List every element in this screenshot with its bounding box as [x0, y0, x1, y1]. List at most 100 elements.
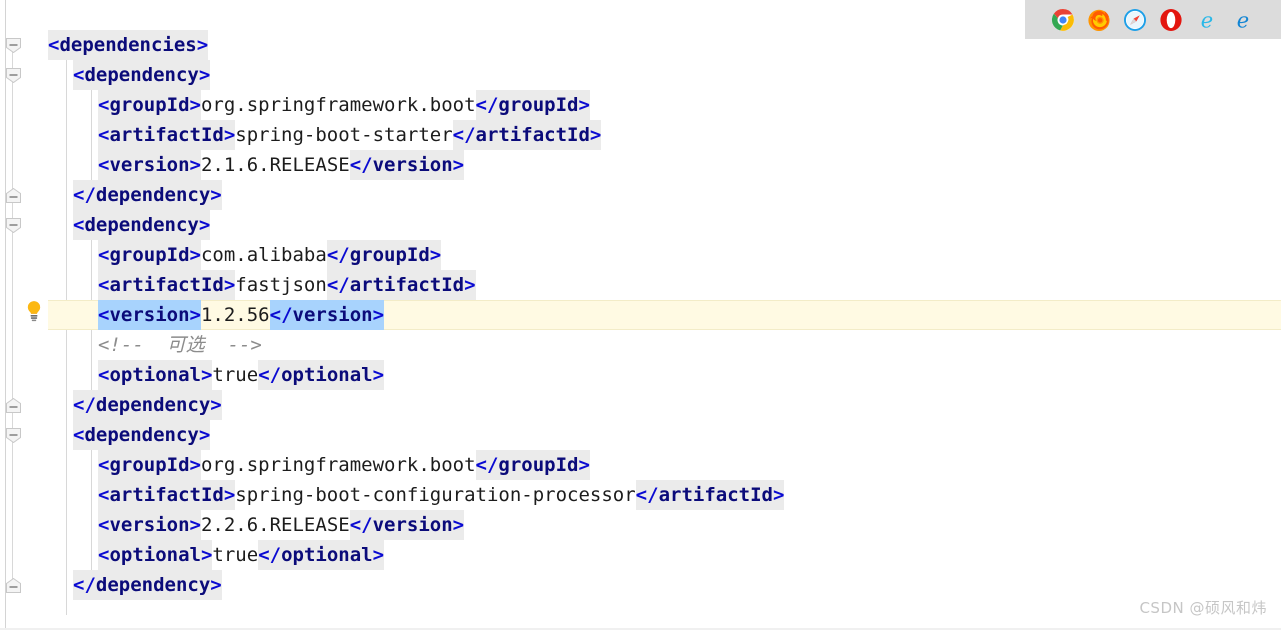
code-token-comment: <!-- 可选 --> [98, 334, 262, 356]
code-token-bracket: < [98, 150, 110, 180]
code-token-bracket: > [772, 480, 785, 510]
svg-text:e: e [1201, 8, 1213, 32]
lightbulb-icon[interactable] [25, 300, 43, 322]
code-token-bracket: > [196, 30, 209, 60]
internet-explorer-icon[interactable]: e [1195, 8, 1219, 32]
fold-collapse-icon[interactable] [6, 218, 21, 233]
code-token-bracket: < [98, 480, 110, 510]
fold-collapse-icon[interactable] [6, 428, 21, 443]
code-token-bracket: </ [73, 390, 96, 420]
code-line[interactable]: <optional>true</optional> [48, 540, 1281, 570]
code-line[interactable]: <version>1.2.56</version> [48, 300, 1281, 330]
code-token-bracket: > [429, 240, 442, 270]
code-token-bracket: </ [269, 300, 293, 330]
code-token-tagname: version [292, 300, 373, 330]
code-token-bracket: </ [475, 450, 499, 480]
code-token-text: true [212, 544, 259, 566]
code-token-bracket: < [98, 240, 110, 270]
code-line[interactable]: <artifactId>spring-boot-starter</artifac… [48, 120, 1281, 150]
code-token-tagname: optional [281, 540, 373, 570]
code-line[interactable]: <dependency> [48, 420, 1281, 450]
code-line[interactable]: <version>2.2.6.RELEASE</version> [48, 510, 1281, 540]
code-token-bracket: > [372, 360, 385, 390]
code-line[interactable]: <groupId>org.springframework.boot</group… [48, 90, 1281, 120]
code-line[interactable]: <artifactId>spring-boot-configuration-pr… [48, 480, 1281, 510]
code-token-bracket: </ [258, 540, 282, 570]
safari-icon[interactable] [1123, 8, 1147, 32]
code-token-tagname: dependency [95, 390, 211, 420]
code-token-bracket: > [189, 300, 201, 330]
code-token-bracket: > [589, 120, 602, 150]
code-token-tagname: optional [109, 360, 201, 390]
code-token-tagname: groupId [498, 90, 579, 120]
editor-gutter[interactable] [0, 0, 48, 630]
code-line[interactable]: </dependency> [48, 390, 1281, 420]
code-token-tagname: groupId [109, 90, 190, 120]
code-token-bracket: > [372, 540, 385, 570]
code-line[interactable]: </dependency> [48, 570, 1281, 600]
code-token-bracket: </ [258, 360, 282, 390]
fold-collapse-icon[interactable] [6, 38, 21, 53]
code-token-tagname: artifactId [349, 270, 465, 300]
code-editor-area[interactable]: <dependencies> <dependency> <groupId>org.s… [48, 0, 1281, 630]
code-token-bracket: > [189, 150, 201, 180]
code-line[interactable]: <optional>true</optional> [48, 360, 1281, 390]
code-token-bracket: > [189, 240, 201, 270]
code-token-bracket: > [223, 270, 236, 300]
code-token-bracket: </ [349, 150, 373, 180]
chrome-icon[interactable] [1051, 8, 1075, 32]
code-line[interactable]: <version>2.1.6.RELEASE</version> [48, 150, 1281, 180]
code-token-text: fastjson [235, 274, 327, 296]
code-line[interactable]: <groupId>com.alibaba</groupId> [48, 240, 1281, 270]
code-token-bracket: > [200, 360, 213, 390]
code-token-bracket: > [198, 60, 211, 90]
code-token-tagname: version [109, 510, 190, 540]
fold-collapse-icon[interactable] [6, 68, 21, 83]
code-line[interactable]: <!-- 可选 --> [48, 330, 1281, 360]
code-token-bracket: < [73, 420, 85, 450]
code-token-bracket: > [198, 420, 211, 450]
code-token-text: 2.2.6.RELEASE [200, 514, 350, 536]
code-token-bracket: > [372, 300, 385, 330]
code-token-tagname: version [372, 510, 453, 540]
code-token-bracket: > [189, 450, 201, 480]
code-token-bracket: > [210, 390, 222, 420]
code-token-tagname: artifactId [109, 120, 224, 150]
code-token-tagname: groupId [109, 450, 190, 480]
fold-end-icon[interactable] [6, 578, 21, 593]
code-line[interactable]: <dependency> [48, 60, 1281, 90]
code-token-bracket: > [198, 210, 211, 240]
code-token-bracket: </ [73, 180, 96, 210]
opera-icon[interactable] [1159, 8, 1183, 32]
code-token-bracket: > [189, 510, 201, 540]
code-token-bracket: </ [326, 270, 350, 300]
code-token-text: org.springframework.boot [200, 94, 476, 116]
fold-end-icon[interactable] [6, 398, 21, 413]
code-line[interactable]: </dependency> [48, 180, 1281, 210]
code-line[interactable]: <dependency> [48, 210, 1281, 240]
code-token-text: 2.1.6.RELEASE [200, 154, 350, 176]
firefox-icon[interactable] [1087, 8, 1111, 32]
code-token-bracket: < [98, 360, 110, 390]
code-token-text: spring-boot-configuration-processor [235, 484, 636, 506]
code-token-bracket: < [98, 300, 110, 330]
code-token-bracket: </ [452, 120, 476, 150]
code-token-bracket: < [98, 510, 110, 540]
code-token-tagname: groupId [349, 240, 430, 270]
code-token-tagname: version [109, 150, 190, 180]
open-in-browser-toolbar[interactable]: e e [1025, 0, 1281, 39]
code-token-bracket: </ [349, 510, 373, 540]
fold-end-icon[interactable] [6, 188, 21, 203]
edge-icon[interactable]: e [1231, 8, 1255, 32]
code-token-text: com.alibaba [200, 244, 327, 266]
code-token-bracket: > [223, 480, 236, 510]
code-token-bracket: < [98, 450, 110, 480]
code-token-bracket: > [210, 180, 222, 210]
code-lines[interactable]: <dependencies> <dependency> <groupId>org.s… [48, 30, 1281, 600]
code-line[interactable]: <groupId>org.springframework.boot</group… [48, 450, 1281, 480]
code-token-tagname: groupId [109, 240, 190, 270]
code-line[interactable]: <artifactId>fastjson</artifactId> [48, 270, 1281, 300]
code-token-bracket: < [48, 30, 60, 60]
code-token-bracket: > [452, 150, 465, 180]
code-token-bracket: < [98, 540, 110, 570]
